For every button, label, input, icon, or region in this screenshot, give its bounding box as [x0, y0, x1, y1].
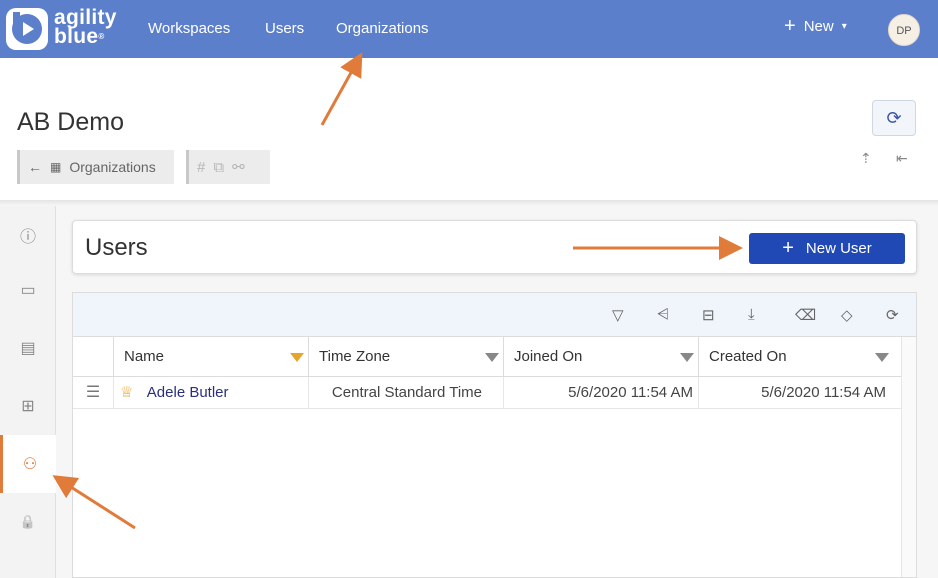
grid-icon: ⊞ — [21, 398, 35, 415]
new-menu-button[interactable]: + New ▾ — [784, 15, 847, 37]
breadcrumb-organizations[interactable]: ← ▦ Organizations — [17, 150, 174, 184]
export-icon[interactable]: ⇡ — [860, 150, 872, 167]
plus-icon: + — [784, 15, 796, 37]
time-zone-cell: Central Standard Time — [308, 377, 503, 409]
filter-icon[interactable] — [485, 353, 499, 362]
grid-header: Name Time Zone Joined On Created On — [73, 337, 916, 377]
grid-toolbar: ▽ ⩤ ⊟ ⤓ ⌫ ◇ ⟳ — [73, 293, 916, 337]
top-navbar: agility blue® Workspaces Users Organizat… — [0, 0, 938, 58]
filter-active-icon[interactable] — [290, 353, 304, 362]
rail-documents[interactable]: ▤ — [0, 319, 56, 377]
page-title: AB Demo — [17, 108, 124, 136]
clear-icon[interactable]: ⌫ — [795, 306, 816, 324]
logo-wordmark[interactable]: agility blue® — [54, 7, 117, 47]
document-icon: ▤ — [20, 340, 36, 357]
rail-grid[interactable]: ⊞ — [0, 377, 56, 435]
column-label: Created On — [709, 348, 787, 365]
refresh-button[interactable]: ⟳ — [872, 100, 916, 136]
filter-icon[interactable] — [875, 353, 889, 362]
arrow-to-organizations — [320, 52, 363, 126]
users-icon: ⚇ — [22, 456, 38, 473]
joined-on-cell: 5/6/2020 11:54 AM — [503, 377, 698, 409]
user-avatar[interactable]: DP — [888, 14, 920, 46]
row-menu-icon[interactable]: ☰ — [73, 377, 113, 409]
copy-icon[interactable]: ⧉ — [213, 159, 224, 176]
chevron-down-icon: ▾ — [841, 21, 847, 32]
rail-users[interactable]: ⚇ — [0, 435, 57, 493]
column-label: Joined On — [514, 348, 583, 365]
left-rail: ⓘ ▭ ▤ ⊞ ⚇ 🔒 — [0, 206, 57, 578]
eraser-icon[interactable]: ◇ — [841, 306, 853, 324]
organization-icon: ▦ — [50, 160, 62, 174]
filter-icon[interactable]: ▽ — [612, 306, 624, 324]
filter-list-icon[interactable]: ⩤ — [657, 306, 669, 323]
name-cell: ♕ Adele Butler — [113, 377, 308, 409]
column-header-created-on[interactable]: Created On — [698, 337, 893, 377]
record-tools: # ⧉ ⚯ — [186, 150, 270, 184]
new-label: New — [803, 18, 834, 35]
id-card-icon: ▭ — [20, 282, 36, 299]
rail-info[interactable]: ⓘ — [0, 206, 56, 264]
grid-scrollbar[interactable] — [901, 337, 916, 577]
rail-security[interactable]: 🔒 — [0, 493, 56, 551]
filter-icon[interactable] — [680, 353, 694, 362]
collapse-panel-icon[interactable]: ⇤ — [896, 150, 908, 167]
agility-blue-logo-icon[interactable] — [6, 8, 48, 50]
new-user-button[interactable]: + New User — [749, 233, 905, 264]
column-label: Name — [124, 348, 165, 365]
column-label: Time Zone — [319, 348, 391, 365]
columns-icon[interactable]: ⊟ — [702, 306, 715, 324]
users-panel-title: Users — [85, 234, 148, 261]
users-grid: ▽ ⩤ ⊟ ⤓ ⌫ ◇ ⟳ Name Time Zone Joined On C… — [72, 292, 917, 578]
info-icon: ⓘ — [19, 229, 36, 246]
users-panel-header: Users + New User — [72, 220, 917, 274]
user-name-link[interactable]: Adele Butler — [147, 384, 229, 401]
link-icon[interactable]: ⚯ — [232, 158, 245, 176]
created-on-cell: 5/6/2020 11:54 AM — [698, 377, 890, 409]
column-header-joined-on[interactable]: Joined On — [503, 337, 698, 377]
plus-icon: + — [782, 237, 794, 259]
nav-workspaces[interactable]: Workspaces — [148, 20, 230, 37]
download-icon[interactable]: ⤓ — [748, 306, 755, 323]
lock-icon: 🔒 — [19, 514, 37, 529]
refresh-icon: ⟳ — [886, 108, 902, 128]
back-arrow-icon: ← — [28, 159, 42, 175]
refresh-icon[interactable]: ⟳ — [886, 306, 899, 324]
new-user-label: New User — [805, 240, 872, 257]
nav-organizations[interactable]: Organizations — [336, 20, 429, 37]
rail-details[interactable]: ▭ — [0, 261, 56, 319]
breadcrumb-label: Organizations — [69, 159, 156, 175]
column-header-time-zone[interactable]: Time Zone — [308, 337, 503, 377]
table-row[interactable]: ☰ ♕ Adele Butler Central Standard Time 5… — [73, 377, 916, 409]
nav-users[interactable]: Users — [265, 20, 304, 37]
column-header-name[interactable]: Name — [113, 337, 308, 377]
hash-icon[interactable]: # — [197, 159, 205, 176]
crown-icon: ♕ — [120, 384, 134, 401]
